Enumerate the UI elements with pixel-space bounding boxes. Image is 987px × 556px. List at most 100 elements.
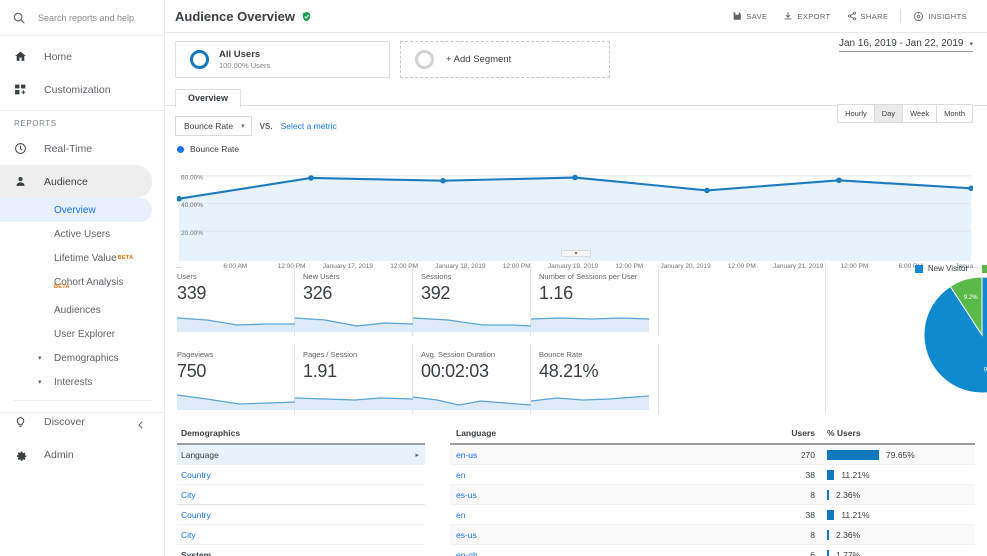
metric-card-sessions[interactable]: Sessions 392: [413, 266, 531, 336]
table-row[interactable]: en 38 11.21%: [450, 505, 975, 525]
data-point[interactable]: [572, 174, 578, 181]
language-name[interactable]: es-us: [450, 530, 759, 540]
users-value: 38: [805, 509, 815, 520]
metric-dropdown[interactable]: Bounce Rate ▾: [175, 116, 252, 136]
search-bar[interactable]: [0, 0, 164, 36]
segment-ring-icon: [190, 50, 209, 69]
sidebar-item-cohort-analysis[interactable]: Cohort Analysis BETA: [0, 270, 152, 298]
metric-card-pages-per-session[interactable]: Pages / Session 1.91: [295, 344, 413, 414]
data-point[interactable]: [704, 187, 710, 194]
metric-card-bounce-rate[interactable]: Bounce Rate 48.21%: [531, 344, 659, 414]
sidebar-item-lifetime-value[interactable]: Lifetime Value BETA: [0, 246, 152, 270]
share-icon: [847, 11, 857, 21]
sidebar-collapse-button[interactable]: [0, 412, 164, 438]
segment-all-users[interactable]: All Users 100.00% Users: [175, 41, 390, 78]
language-name[interactable]: en-gb: [450, 550, 759, 556]
demographics-row-system[interactable]: System: [177, 545, 425, 556]
pie-chart-svg[interactable]: 90.8%9.2%: [826, 273, 987, 401]
page-title: Audience Overview: [175, 9, 312, 24]
chart-scroll-handle[interactable]: ▾: [561, 250, 591, 257]
search-input[interactable]: [32, 12, 152, 23]
data-point[interactable]: [308, 175, 314, 181]
sidebar-item-label: Admin: [44, 448, 74, 461]
top-bar: Audience Overview SAVE EXPORT SHARE INSI…: [165, 0, 987, 33]
sidebar-item-admin[interactable]: Admin: [0, 438, 152, 471]
legend-dot-icon: [177, 145, 184, 153]
metric-card-new-users[interactable]: New Users 326: [295, 266, 413, 336]
metric-card-pageviews[interactable]: Pageviews 750: [177, 344, 295, 414]
metric-card-users[interactable]: Users 339: [177, 266, 295, 336]
pct-label: 11.21%: [841, 509, 870, 520]
sparkline-icon: [295, 397, 413, 410]
sidebar-item-label: Interests: [54, 376, 93, 388]
users-value: 8: [810, 529, 815, 540]
granularity-week[interactable]: Week: [903, 105, 938, 122]
sparkline-icon: [413, 317, 531, 332]
metric-label: Pageviews: [177, 350, 214, 359]
export-label: EXPORT: [797, 11, 831, 21]
pct-users-cell: 79.65%: [815, 449, 975, 460]
metric-card-sessions-per-user[interactable]: Number of Sessions per User 1.16: [531, 266, 659, 336]
select-a-metric-link[interactable]: Select a metric: [281, 121, 337, 131]
data-point[interactable]: [440, 177, 446, 184]
sidebar-item-real-time[interactable]: Real-Time: [0, 132, 152, 165]
pie-legend-new-visitor[interactable]: New Visitor: [914, 264, 968, 273]
language-name[interactable]: es-us: [450, 490, 759, 500]
sidebar-item-user-explorer[interactable]: User Explorer: [0, 322, 152, 346]
pct-users-cell: 2.36%: [815, 489, 975, 500]
table-row[interactable]: en 38 11.21%: [450, 465, 975, 485]
demographics-row-city[interactable]: City: [177, 525, 425, 545]
chevron-down-icon: ▾: [38, 379, 42, 386]
bounce-rate-chart[interactable]: 60.00% 40.00% 20.00%: [177, 158, 973, 263]
table-row[interactable]: en-gb 6 1.77%: [450, 545, 975, 556]
data-point[interactable]: [836, 177, 842, 184]
language-name[interactable]: en-us: [450, 450, 759, 460]
sidebar-item-customization[interactable]: Customization: [0, 73, 152, 106]
granularity-month[interactable]: Month: [937, 105, 972, 122]
demographics-row-city[interactable]: City: [177, 485, 425, 505]
table-row[interactable]: es-us 8 2.36%: [450, 525, 975, 545]
granularity-hourly[interactable]: Hourly: [838, 105, 875, 122]
sidebar-item-label: Audiences: [54, 304, 101, 316]
demographics-row-language[interactable]: Language ▸: [177, 445, 425, 465]
sidebar-item-interests[interactable]: ▾ Interests: [0, 370, 152, 394]
metric-card-avg-session-duration[interactable]: Avg. Session Duration 00:02:03: [413, 344, 531, 414]
new-vs-returning-pie-panel: New Visitor Returning Visitor 90.8%9.2%: [825, 262, 987, 412]
metric-value: 48.21%: [539, 361, 599, 381]
demographics-row-country[interactable]: Country: [177, 465, 425, 485]
pct-bar: [827, 469, 835, 480]
sparkline-icon: [413, 396, 531, 410]
tab-overview[interactable]: Overview: [175, 89, 242, 108]
sidebar-item-label: Lifetime Value: [54, 252, 117, 264]
share-button[interactable]: SHARE: [839, 11, 897, 21]
sidebar-item-audience[interactable]: Audience: [0, 165, 152, 198]
demographics-row-country[interactable]: Country: [177, 505, 425, 525]
pct-users-cell: 11.21%: [815, 509, 975, 520]
language-name[interactable]: en: [450, 470, 759, 480]
insights-button[interactable]: INSIGHTS: [905, 11, 975, 22]
save-icon: [732, 11, 742, 21]
sidebar-item-audiences[interactable]: Audiences: [0, 298, 152, 322]
users-value: 38: [805, 469, 815, 480]
sidebar-item-label: Demographics: [54, 352, 119, 364]
save-button[interactable]: SAVE: [724, 11, 775, 21]
sidebar-item-demographics[interactable]: ▾ Demographics: [0, 346, 152, 370]
legend-label: Bounce Rate: [190, 144, 240, 154]
metric-label: Users: [177, 272, 197, 281]
date-range-picker[interactable]: Jan 16, 2019 - Jan 22, 2019 ▾: [838, 38, 973, 52]
table-row[interactable]: en-us 270 79.65%: [450, 445, 975, 465]
segment-text: All Users 100.00% Users: [209, 49, 270, 70]
sidebar-item-active-users[interactable]: Active Users: [0, 222, 152, 246]
sidebar-item-home[interactable]: Home: [0, 40, 152, 73]
sidebar-item-label: Home: [44, 50, 73, 63]
language-name[interactable]: en: [450, 510, 759, 520]
pie-legend-returning-visitor[interactable]: Returning Visitor: [982, 264, 987, 273]
pct-label: 2.36%: [836, 489, 861, 500]
table-row[interactable]: es-us 8 2.36%: [450, 485, 975, 505]
sidebar-item-overview[interactable]: Overview: [0, 198, 152, 222]
granularity-day[interactable]: Day: [874, 105, 904, 122]
top-actions: SAVE EXPORT SHARE INSIGHTS: [724, 9, 975, 23]
export-button[interactable]: EXPORT: [775, 11, 838, 21]
demographics-row-label: System: [181, 549, 212, 556]
add-segment-button[interactable]: + Add Segment: [400, 41, 610, 78]
